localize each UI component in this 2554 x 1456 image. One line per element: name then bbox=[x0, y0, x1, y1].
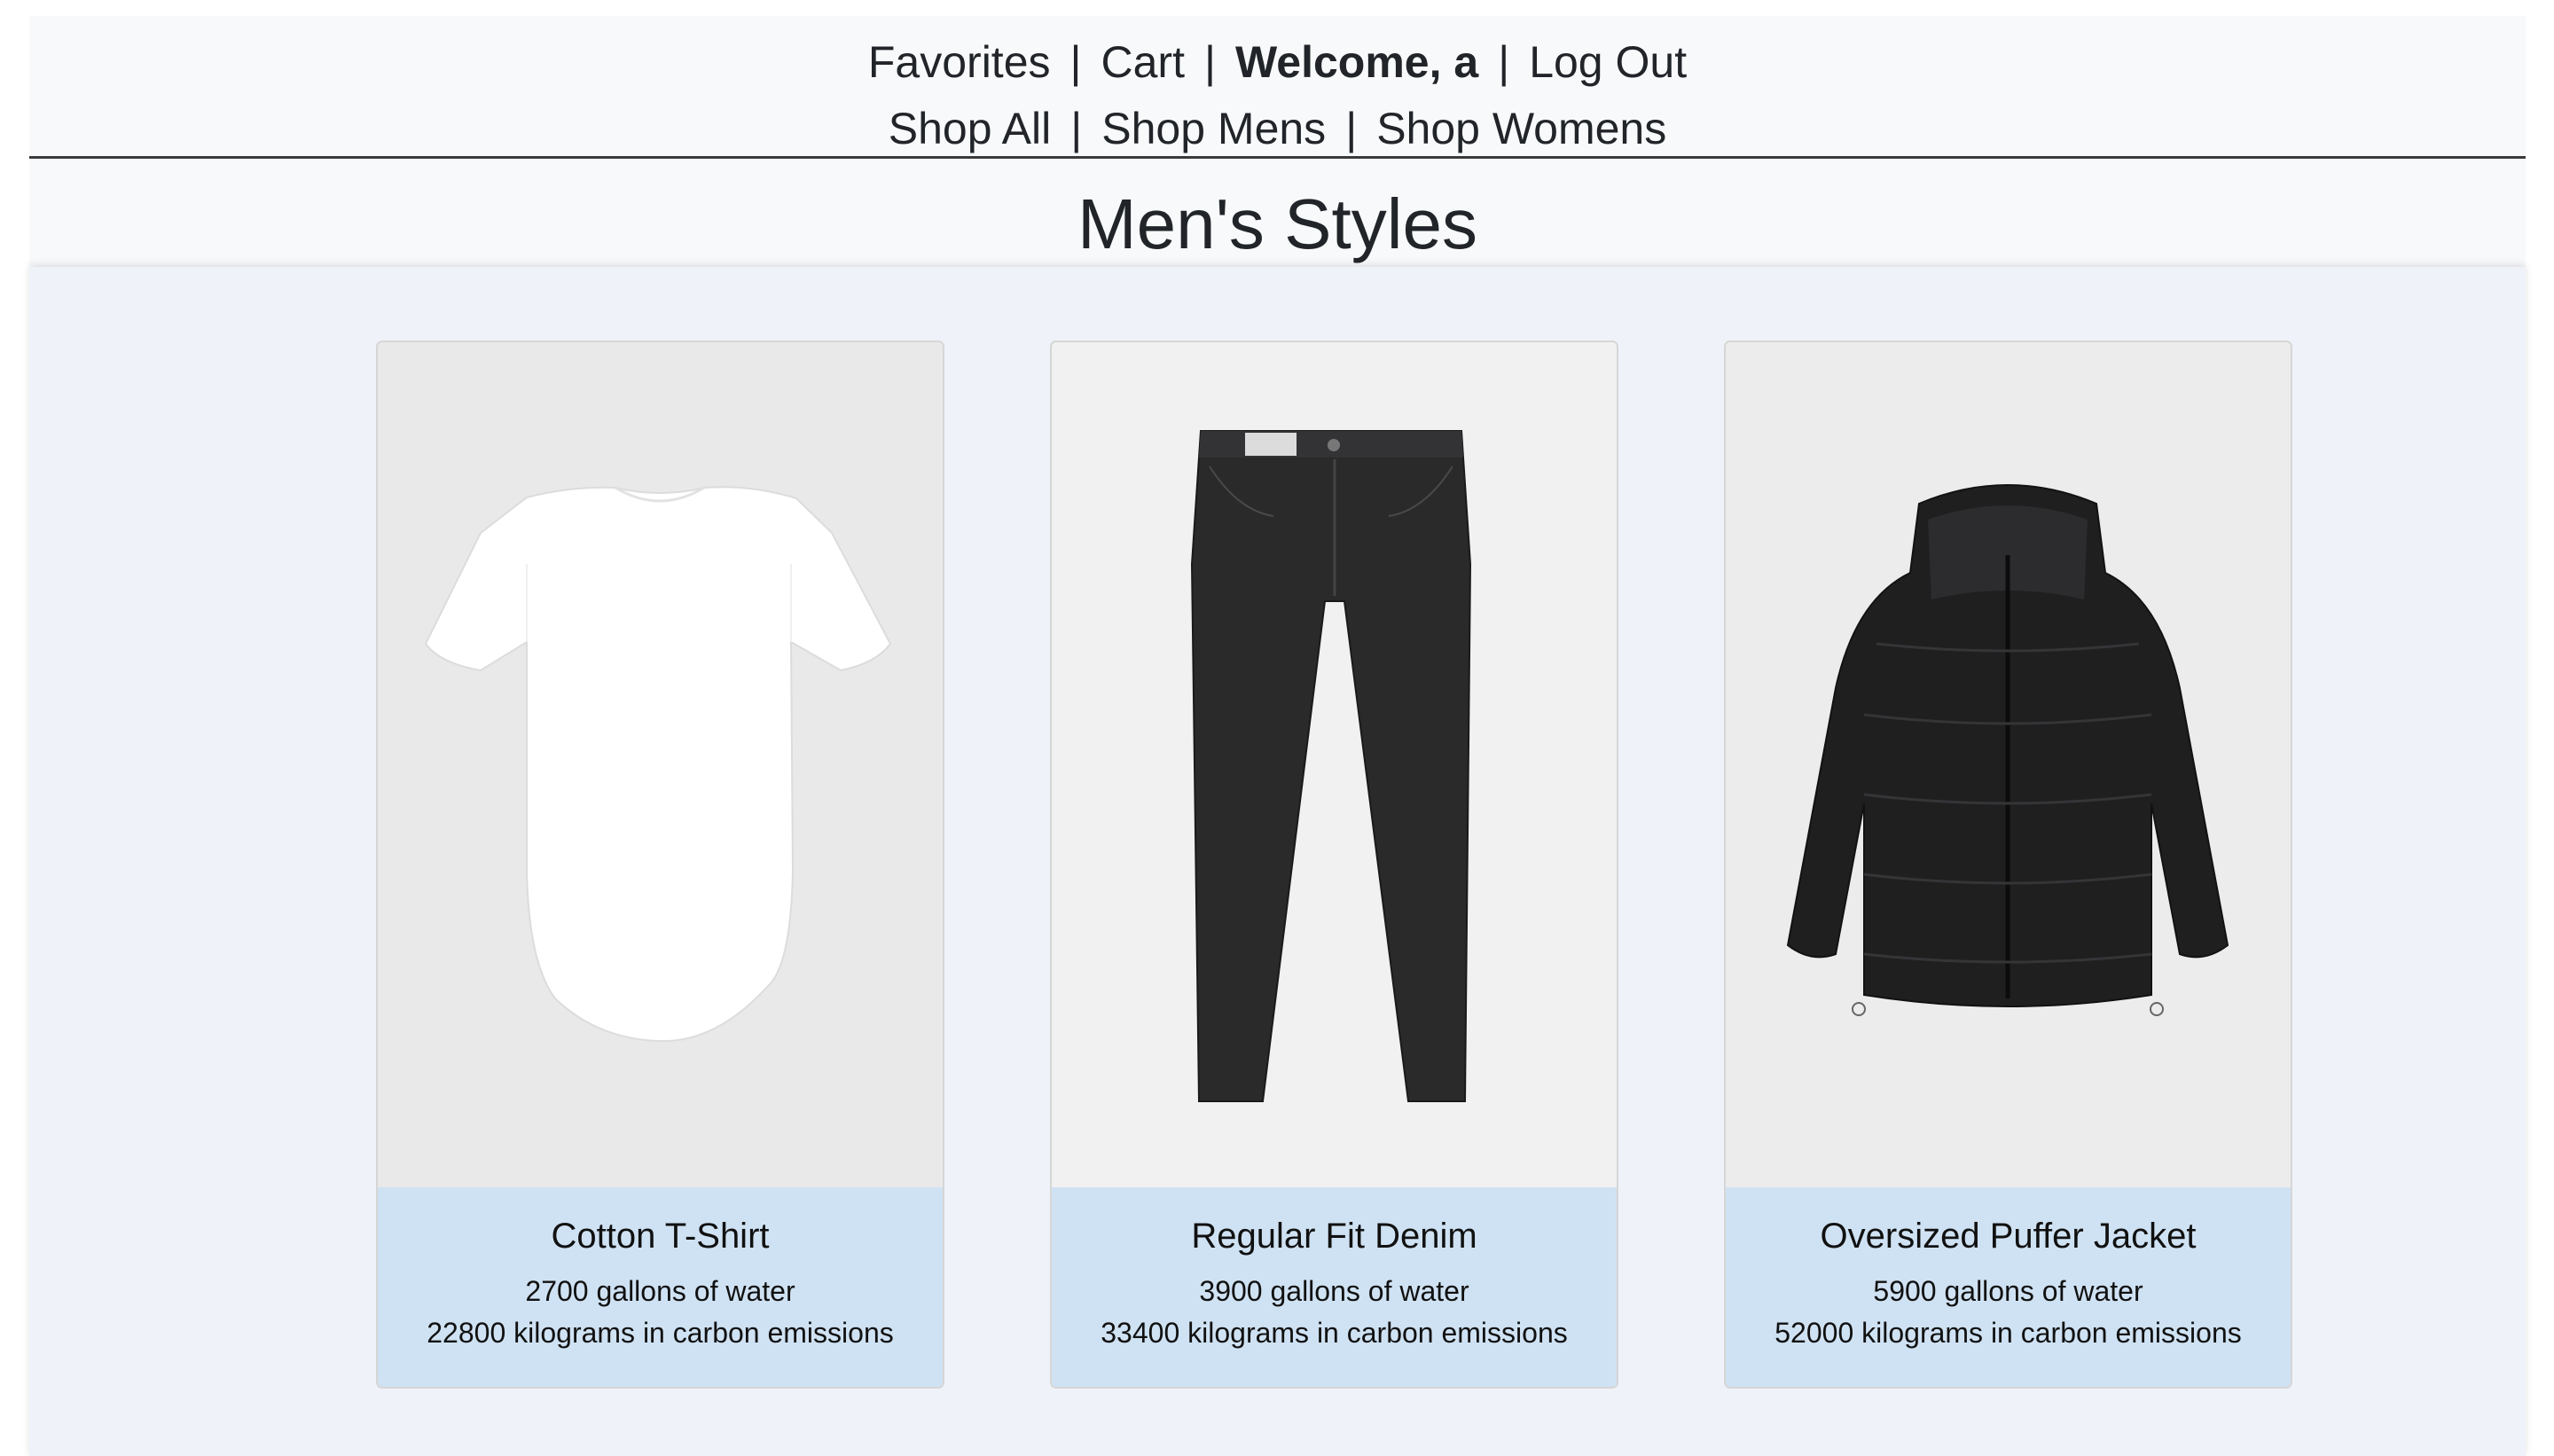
nav-separator: | bbox=[1498, 37, 1510, 87]
white-tshirt-image bbox=[378, 342, 943, 1187]
product-grid: Cotton T-Shirt 2700 gallons of water 228… bbox=[29, 267, 2526, 1456]
product-name: Oversized Puffer Jacket bbox=[1820, 1217, 2197, 1256]
product-card[interactable]: Cotton T-Shirt 2700 gallons of water 228… bbox=[376, 341, 944, 1389]
favorites-link[interactable]: Favorites bbox=[868, 35, 1051, 89]
header-divider bbox=[29, 156, 2526, 159]
product-info: Oversized Puffer Jacket 5900 gallons of … bbox=[1726, 1187, 2291, 1387]
black-puffer-jacket-image bbox=[1726, 342, 2291, 1187]
cart-link[interactable]: Cart bbox=[1101, 35, 1185, 89]
water-usage: 3900 gallons of water bbox=[1199, 1275, 1469, 1307]
carbon-emissions: 22800 kilograms in carbon emissions bbox=[427, 1317, 894, 1349]
carbon-emissions: 33400 kilograms in carbon emissions bbox=[1101, 1317, 1568, 1349]
nav-separator: | bbox=[1345, 104, 1358, 153]
page-title: Men's Styles bbox=[1077, 184, 1477, 263]
water-usage: 5900 gallons of water bbox=[1873, 1275, 2143, 1307]
product-name: Regular Fit Denim bbox=[1191, 1217, 1477, 1256]
product-card[interactable]: Oversized Puffer Jacket 5900 gallons of … bbox=[1724, 341, 2292, 1389]
welcome-text: Welcome, a bbox=[1234, 37, 1479, 87]
product-info: Cotton T-Shirt 2700 gallons of water 228… bbox=[378, 1187, 943, 1387]
product-card[interactable]: Regular Fit Denim 3900 gallons of water … bbox=[1050, 341, 1618, 1389]
product-name: Cotton T-Shirt bbox=[551, 1217, 770, 1256]
account-nav: Favorites | Cart | Welcome, a | Log Out bbox=[29, 35, 2526, 89]
nav-separator: | bbox=[1203, 37, 1216, 87]
nav-separator: | bbox=[1069, 37, 1082, 87]
shop-nav: Shop All | Shop Mens | Shop Womens bbox=[29, 102, 2526, 155]
shop-mens-link[interactable]: Shop Mens bbox=[1101, 102, 1326, 155]
logout-link[interactable]: Log Out bbox=[1529, 35, 1687, 89]
water-usage: 2700 gallons of water bbox=[525, 1275, 795, 1307]
shop-womens-link[interactable]: Shop Womens bbox=[1376, 102, 1666, 155]
shop-all-link[interactable]: Shop All bbox=[889, 102, 1051, 155]
page-frame: Favorites | Cart | Welcome, a | Log Out … bbox=[29, 16, 2526, 1456]
black-jeans-image bbox=[1052, 342, 1617, 1187]
carbon-emissions: 52000 kilograms in carbon emissions bbox=[1774, 1317, 2242, 1349]
nav-separator: | bbox=[1070, 104, 1083, 153]
product-info: Regular Fit Denim 3900 gallons of water … bbox=[1052, 1187, 1617, 1387]
